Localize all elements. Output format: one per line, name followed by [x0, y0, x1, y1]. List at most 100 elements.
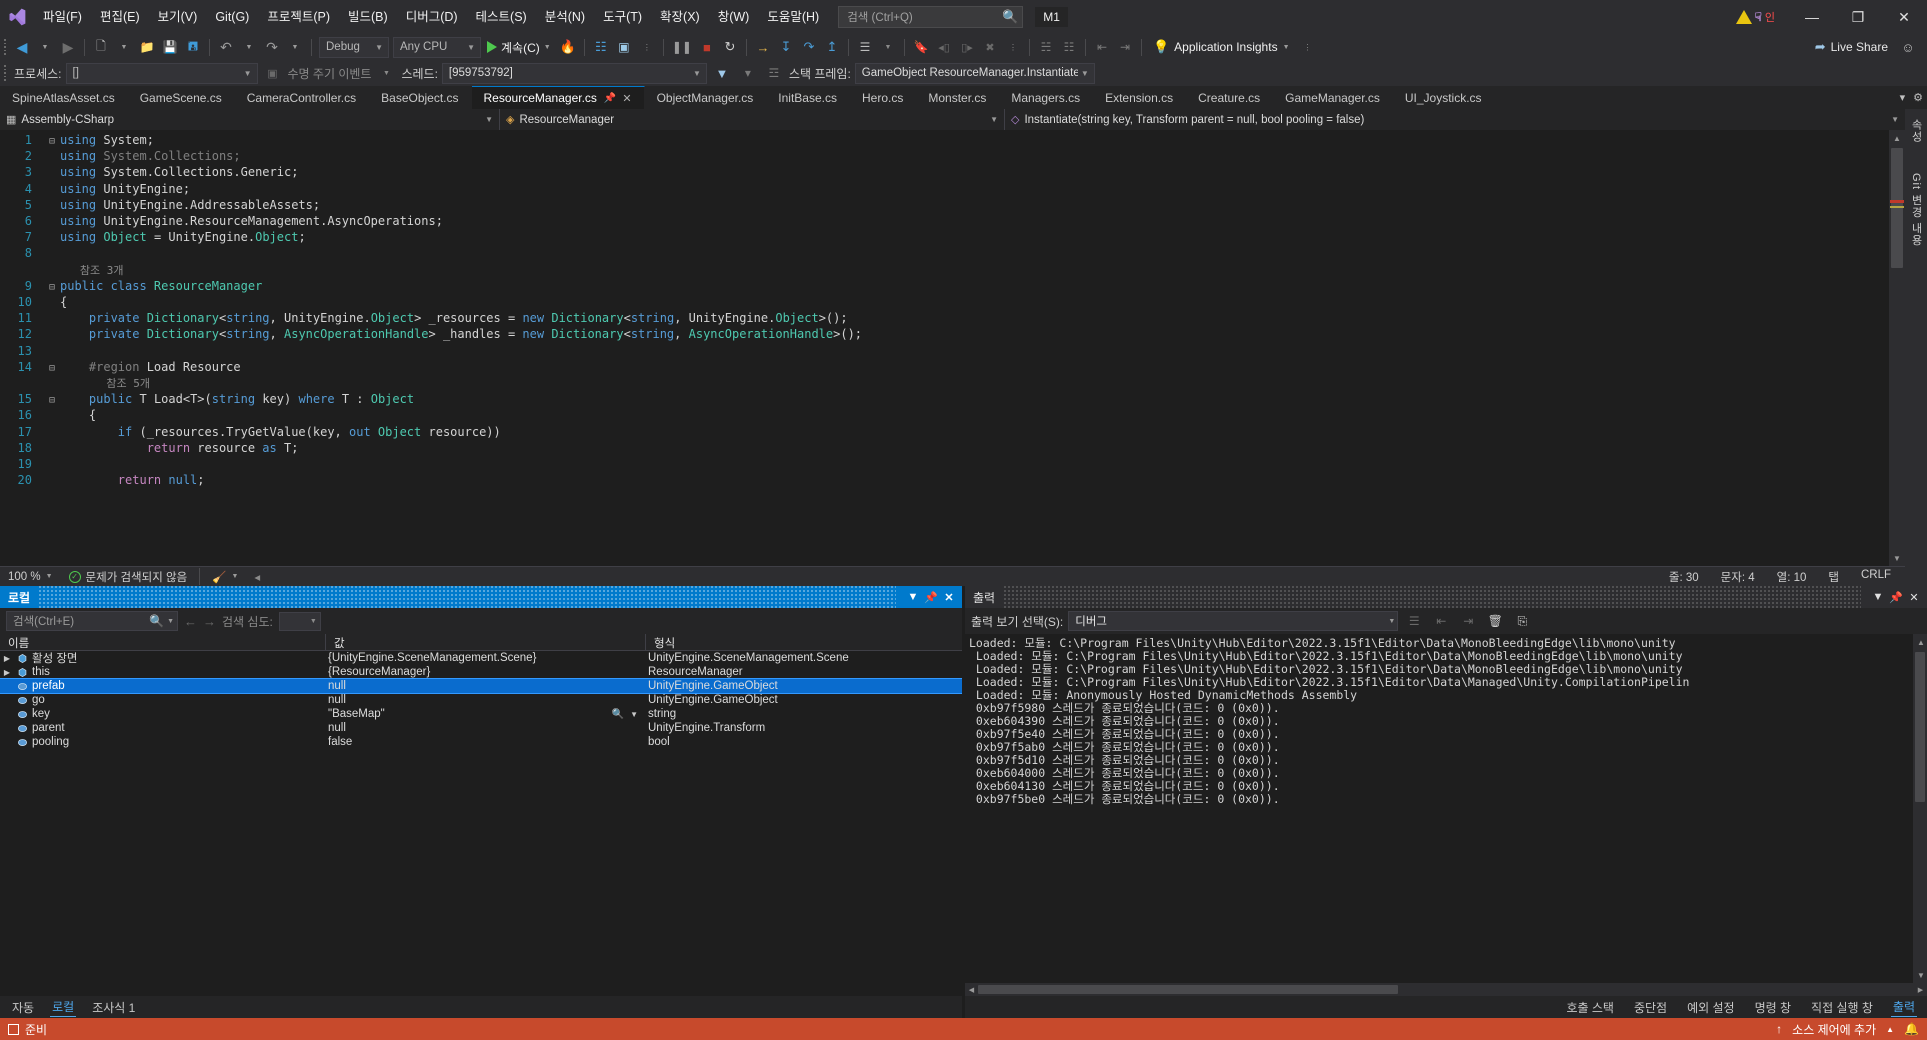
code-surface[interactable]: 1 ⊟ using System; 2 using System.Collectio… — [0, 130, 1889, 566]
warning-icon[interactable] — [1735, 10, 1752, 24]
restart-debug-icon[interactable]: ↻ — [719, 36, 741, 58]
tab-objectmanager[interactable]: ObjectManager.cs — [645, 86, 767, 109]
search-next-icon[interactable]: → — [203, 614, 216, 629]
find-message-icon[interactable]: ☰ — [1403, 610, 1425, 632]
tab-settings-icon[interactable]: ⚙ — [1913, 91, 1923, 104]
flag-thread-icon[interactable]: ▼ — [711, 62, 733, 84]
vertical-tab-git-changes[interactable]: Git 변경 내용 — [1908, 169, 1924, 250]
output-horizontal-scrollbar[interactable]: ◀ ▶ — [965, 983, 1927, 996]
redo-icon[interactable]: ↷ — [261, 36, 283, 58]
quick-launch-search[interactable]: 검색 (Ctrl+Q) 🔍 — [838, 6, 1024, 28]
scroll-down-icon[interactable]: ▼ — [1889, 550, 1905, 566]
locals-search-input[interactable]: 검색(Ctrl+E) 🔍 ▼ — [6, 611, 178, 631]
output-close-icon[interactable]: ✕ — [1905, 587, 1923, 607]
editor-vertical-scrollbar[interactable]: ▲ ▼ — [1889, 130, 1905, 566]
menu-analyze[interactable]: 분석(N) — [536, 0, 594, 34]
navigate-forward-icon[interactable]: ▶ — [57, 36, 79, 58]
scroll-up-icon[interactable]: ▲ — [1889, 130, 1905, 146]
process-combo[interactable]: [] ▼ — [65, 62, 258, 84]
close-button[interactable]: ✕ — [1881, 0, 1927, 34]
tab-locals[interactable]: 로컬 — [50, 997, 77, 1017]
locals-pin-icon[interactable]: 📌 — [922, 587, 940, 607]
output-source-combo[interactable]: 디버그 ▼ — [1068, 611, 1399, 631]
step-over-icon[interactable]: ↷ — [798, 36, 820, 58]
table-row[interactable]: prefab null UnityEngine.GameObject — [0, 678, 962, 694]
tab-gamemanager[interactable]: GameManager.cs — [1273, 86, 1393, 109]
table-row[interactable]: go null UnityEngine.GameObject — [0, 693, 962, 707]
restore-button[interactable]: ❐ — [1835, 0, 1881, 34]
tab-creature[interactable]: Creature.cs — [1186, 86, 1274, 109]
live-share-person-icon[interactable]: ☺ — [1897, 36, 1919, 58]
nav-project-combo[interactable]: ▦ Assembly-CSharp ▼ — [0, 109, 500, 130]
tab-extension[interactable]: Extension.cs — [1093, 86, 1187, 109]
menu-edit[interactable]: 편집(E) — [91, 0, 149, 34]
locals-col-type[interactable]: 형식 — [646, 634, 962, 650]
locals-col-value[interactable]: 값 — [326, 634, 646, 650]
threads-window-icon[interactable]: ☰ — [854, 36, 876, 58]
thread-combo[interactable]: [959753792] ▼ — [441, 62, 707, 84]
build-platform-combo[interactable]: Any CPU ▼ — [393, 36, 481, 58]
save-icon[interactable]: 💾 — [159, 36, 181, 58]
next-bookmark-icon[interactable]: ▯▸ — [956, 36, 978, 58]
search-depth-combo[interactable]: ▼ — [278, 611, 321, 631]
tab-resourcemanager[interactable]: ResourceManager.cs 📌 ✕ — [471, 86, 645, 109]
minimize-button[interactable]: — — [1789, 0, 1835, 34]
menu-file[interactable]: 파일(F) — [34, 0, 91, 34]
output-log-area[interactable]: Loaded: 모듈: C:\Program Files\Unity\Hub\E… — [965, 634, 1927, 983]
go-to-next-icon[interactable]: ⇥ — [1457, 610, 1479, 632]
notification-badges[interactable]: ☟ 인 — [1735, 9, 1775, 25]
new-item-icon[interactable]: 🗋 — [90, 36, 112, 58]
application-insights-button[interactable]: 💡 Application Insights ▼ — [1147, 39, 1296, 55]
stop-debug-icon[interactable]: ■ — [696, 36, 718, 58]
open-file-icon[interactable]: 📁 — [136, 36, 158, 58]
tab-baseobject[interactable]: BaseObject.cs — [369, 86, 472, 109]
decrease-indent-icon[interactable]: ⇤ — [1091, 36, 1113, 58]
threads-dropdown-icon[interactable]: ▼ — [877, 36, 899, 58]
lifecycle-events-icon[interactable]: ▣ — [262, 62, 284, 84]
stack-frame-combo[interactable]: GameObject ResourceManager.Instantiate ▼ — [854, 62, 1095, 84]
menu-debug[interactable]: 디버그(D) — [397, 0, 467, 34]
tab-list-dropdown-icon[interactable]: ▾ — [1900, 91, 1906, 104]
new-item-dropdown-icon[interactable]: ▼ — [113, 36, 135, 58]
tab-output[interactable]: 출력 — [1890, 997, 1917, 1017]
go-to-previous-icon[interactable]: ⇤ — [1430, 610, 1452, 632]
filter-threads-icon[interactable]: ▾ — [737, 62, 759, 84]
table-row[interactable]: pooling false bool — [0, 735, 962, 749]
code-editor[interactable]: 1 ⊟ using System; 2 using System.Collectio… — [0, 130, 1905, 566]
expand-arrow-icon[interactable]: ▶ — [0, 654, 14, 663]
locals-cell-value[interactable]: null — [326, 722, 646, 734]
bookmark-icon[interactable]: 🔖 — [910, 36, 932, 58]
menu-view[interactable]: 보기(V) — [149, 0, 207, 34]
tab-exception-settings[interactable]: 예외 설정 — [1685, 998, 1737, 1017]
locals-cell-value[interactable]: false — [326, 736, 646, 748]
screenshot-icon[interactable]: ▣ — [613, 36, 635, 58]
scroll-up-icon[interactable]: ▲ — [1913, 634, 1927, 650]
locals-close-icon[interactable]: ✕ — [940, 587, 958, 607]
zoom-control[interactable]: 100 % ▼ — [0, 571, 61, 583]
increase-indent-icon[interactable]: ⇥ — [1114, 36, 1136, 58]
locals-drag-handle[interactable] — [38, 586, 896, 608]
pin-icon[interactable]: 📌 — [604, 93, 616, 104]
tab-uijoystick[interactable]: UI_Joystick.cs — [1393, 86, 1495, 109]
tab-immediate-window[interactable]: 직접 실행 창 — [1809, 998, 1875, 1017]
output-pin-icon[interactable]: 📌 — [1887, 587, 1905, 607]
build-configuration-combo[interactable]: Debug ▼ — [319, 36, 389, 58]
output-dropdown-icon[interactable]: ▼ — [1869, 587, 1887, 607]
step-out-icon[interactable]: ↥ — [821, 36, 843, 58]
tab-hero[interactable]: Hero.cs — [850, 86, 917, 109]
close-icon[interactable]: ✕ — [622, 92, 631, 105]
undo-dropdown-icon[interactable]: ▼ — [238, 36, 260, 58]
chevron-down-icon[interactable]: ▼ — [630, 710, 638, 719]
nav-type-combo[interactable]: ◈ ResourceManager ▼ — [500, 109, 1005, 130]
save-all-icon[interactable]: 🖪 — [182, 36, 204, 58]
navigate-backward-icon[interactable]: ◀ — [11, 36, 33, 58]
menu-extensions[interactable]: 확장(X) — [651, 0, 709, 34]
add-to-source-control-label[interactable]: 소스 제어에 추가 — [1792, 1021, 1876, 1038]
locals-col-name[interactable]: 이름 — [0, 634, 326, 650]
locals-cell-value[interactable]: {UnityEngine.SceneManagement.Scene} — [326, 652, 646, 664]
search-prev-icon[interactable]: ← — [184, 614, 197, 629]
table-row[interactable]: parent null UnityEngine.Transform — [0, 721, 962, 735]
step-into-icon[interactable]: ↧ — [775, 36, 797, 58]
notifications-icon[interactable]: 🔔 — [1904, 1022, 1919, 1036]
locals-cell-value[interactable]: null — [326, 694, 646, 706]
